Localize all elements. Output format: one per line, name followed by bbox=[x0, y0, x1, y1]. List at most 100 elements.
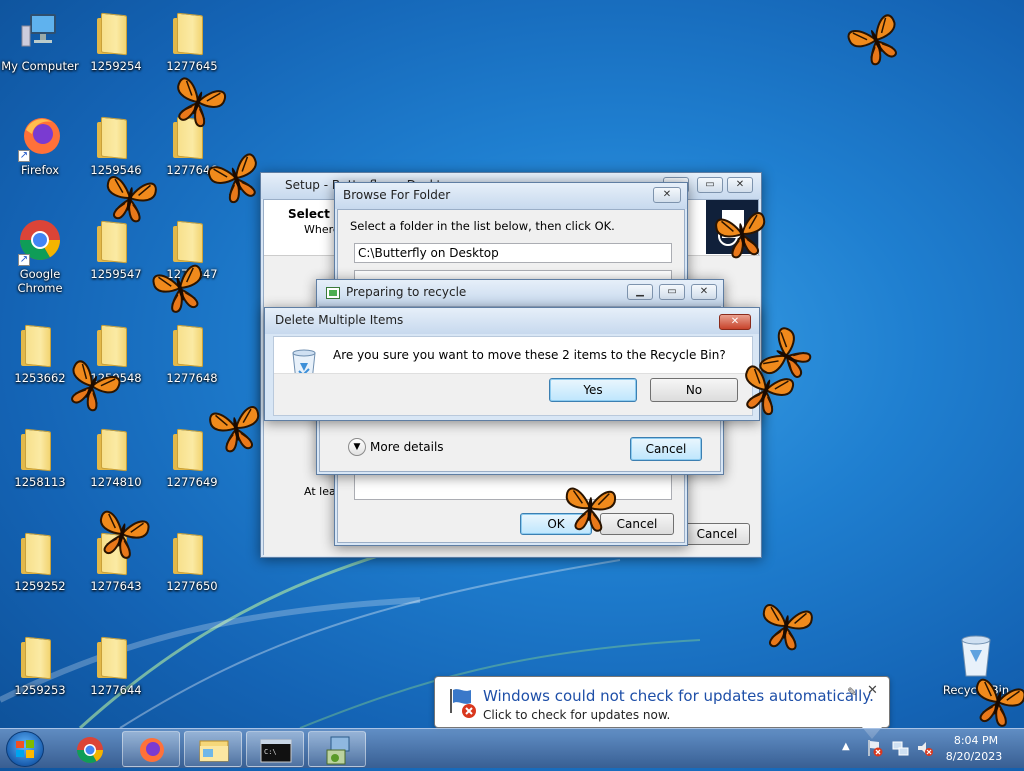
folder-icon bbox=[168, 320, 216, 368]
svg-text:C:\: C:\ bbox=[264, 748, 277, 756]
preparing-minimize-button[interactable]: ▁ bbox=[627, 284, 653, 300]
desktop-icon-google-chrome[interactable]: ↗ Google Chrome bbox=[0, 216, 80, 295]
command-prompt-icon: C:\ bbox=[260, 739, 292, 763]
firefox-icon bbox=[140, 738, 164, 762]
desktop-icon-1259546[interactable]: 1259546 bbox=[76, 112, 156, 177]
butterfly-decoration bbox=[209, 406, 260, 453]
yes-button[interactable]: Yes bbox=[549, 378, 637, 402]
desktop-icon-label: 1259253 bbox=[14, 683, 66, 697]
network-icon[interactable] bbox=[892, 739, 910, 757]
firefox-taskbar-button[interactable] bbox=[122, 731, 180, 767]
start-button[interactable] bbox=[6, 731, 44, 767]
folder-icon bbox=[92, 424, 140, 472]
chevron-down-icon: ▼ bbox=[348, 438, 366, 456]
more-details-label: More details bbox=[370, 440, 444, 454]
chrome-icon: ↗ bbox=[16, 216, 64, 266]
desktop-icon-1259254[interactable]: 1259254 bbox=[76, 8, 156, 73]
preparing-cancel-button[interactable]: Cancel bbox=[630, 437, 702, 461]
desktop-icon-label: Firefox bbox=[20, 163, 60, 177]
volume-muted-icon[interactable] bbox=[916, 739, 934, 757]
desktop-icon-1258113[interactable]: 1258113 bbox=[0, 424, 80, 489]
windows-update-error-icon bbox=[447, 687, 481, 719]
desktop-icon-1274810[interactable]: 1274810 bbox=[76, 424, 156, 489]
preparing-maximize-button[interactable]: ▭ bbox=[659, 284, 685, 300]
folder-icon bbox=[16, 424, 64, 472]
desktop-icon-label: 1274810 bbox=[90, 475, 142, 489]
chrome-taskbar-button[interactable] bbox=[60, 731, 118, 767]
desktop-icon-label: 1277648 bbox=[166, 371, 218, 385]
update-notification-balloon[interactable]: Windows could not check for updates auto… bbox=[434, 676, 890, 728]
browse-instruction: Select a folder in the list below, then … bbox=[350, 219, 615, 233]
folder-icon bbox=[168, 528, 216, 576]
desktop-icon-my-computer[interactable]: My Computer bbox=[0, 8, 80, 73]
delete-multiple-items-dialog: Delete Multiple Items ✕ Are you sure you… bbox=[264, 307, 760, 421]
file-explorer-icon bbox=[199, 740, 229, 762]
desktop-icon-label: 1277644 bbox=[90, 683, 142, 697]
desktop-icon-1277650[interactable]: 1277650 bbox=[152, 528, 232, 593]
desktop-icon-1277644[interactable]: 1277644 bbox=[76, 632, 156, 697]
setup-heading: Select Destination Location bbox=[288, 207, 338, 221]
butterfly-decoration bbox=[762, 604, 813, 651]
show-hidden-icons-button[interactable]: ▲ bbox=[842, 741, 850, 752]
butterfly-decoration bbox=[847, 14, 897, 66]
delete-titlebar[interactable]: Delete Multiple Items bbox=[265, 308, 759, 334]
firefox-icon: ↗ bbox=[16, 112, 64, 162]
folder-icon bbox=[92, 112, 140, 160]
desktop-icon-label: Google Chrome bbox=[17, 267, 63, 295]
computer-icon bbox=[16, 8, 64, 56]
folder-icon bbox=[92, 8, 140, 56]
browse-close-button[interactable]: ✕ bbox=[653, 187, 681, 203]
setup-close-button[interactable]: ✕ bbox=[727, 177, 753, 193]
folder-icon bbox=[16, 528, 64, 576]
browse-path-field[interactable]: C:\Butterfly on Desktop bbox=[354, 243, 672, 263]
desktop-icon-label: My Computer bbox=[1, 59, 79, 73]
desktop-icon-label: 1277649 bbox=[166, 475, 218, 489]
setup-installer-icon bbox=[326, 736, 350, 765]
more-details-toggle[interactable]: ▼ More details bbox=[348, 438, 468, 458]
folder-icon bbox=[168, 8, 216, 56]
desktop-icon-1277648[interactable]: 1277648 bbox=[152, 320, 232, 385]
notification-subtitle: Click to check for updates now. bbox=[483, 708, 671, 722]
chrome-icon bbox=[76, 737, 104, 764]
folder-icon bbox=[16, 320, 64, 368]
desktop-icon-firefox[interactable]: ↗ Firefox bbox=[0, 112, 80, 177]
desktop-icon-label: 1277650 bbox=[166, 579, 218, 593]
no-button[interactable]: No bbox=[650, 378, 738, 402]
explorer-taskbar-button[interactable] bbox=[184, 731, 242, 767]
butterfly-decoration bbox=[565, 487, 616, 532]
delete-close-button[interactable]: ✕ bbox=[719, 314, 751, 330]
desktop-icon-label: 1277645 bbox=[166, 59, 218, 73]
desktop-icon-1259252[interactable]: 1259252 bbox=[0, 528, 80, 593]
butterfly-decoration bbox=[715, 212, 766, 259]
browse-titlebar[interactable]: Browse For Folder bbox=[335, 183, 687, 209]
pin-icon[interactable]: ✎ bbox=[847, 685, 857, 699]
delete-client: Are you sure you want to move these 2 it… bbox=[273, 336, 753, 416]
notification-title: Windows could not check for updates auto… bbox=[483, 687, 874, 705]
recycle-small-icon bbox=[326, 287, 340, 299]
preparing-close-button[interactable]: ✕ bbox=[691, 284, 717, 300]
folder-icon bbox=[16, 632, 64, 680]
taskbar: C:\ ▲ 8:04 PM 8/20/2023 bbox=[0, 728, 1024, 768]
cmd-taskbar-button[interactable]: C:\ bbox=[246, 731, 304, 767]
desktop-icon-label: 1259254 bbox=[90, 59, 142, 73]
notification-close-button[interactable]: ✕ bbox=[867, 683, 878, 698]
folder-icon bbox=[92, 632, 140, 680]
desktop-icon-1277645[interactable]: 1277645 bbox=[152, 8, 232, 73]
preparing-title: Preparing to recycle bbox=[346, 285, 467, 299]
desktop-icon-label: 1259252 bbox=[14, 579, 66, 593]
setup-cancel-button[interactable]: Cancel bbox=[684, 523, 750, 545]
delete-message: Are you sure you want to move these 2 it… bbox=[333, 348, 726, 362]
clock-time[interactable]: 8:04 PM bbox=[946, 734, 1006, 747]
desktop-icon-1259253[interactable]: 1259253 bbox=[0, 632, 80, 697]
setup-taskbar-button[interactable] bbox=[308, 731, 366, 767]
setup-maximize-button[interactable]: ▭ bbox=[697, 177, 723, 193]
desktop-icon-label: 1277643 bbox=[90, 579, 142, 593]
action-center-error-icon[interactable] bbox=[866, 739, 884, 757]
setup-at-least-text: At least 1.9 MB of free disk space is re… bbox=[304, 485, 338, 498]
desktop-icon-label: 1259547 bbox=[90, 267, 142, 281]
browse-title: Browse For Folder bbox=[343, 188, 451, 202]
butterfly-decoration bbox=[106, 176, 157, 223]
clock-date[interactable]: 8/20/2023 bbox=[942, 750, 1006, 763]
desktop-icon-label: 1258113 bbox=[14, 475, 66, 489]
delete-title: Delete Multiple Items bbox=[275, 313, 404, 327]
